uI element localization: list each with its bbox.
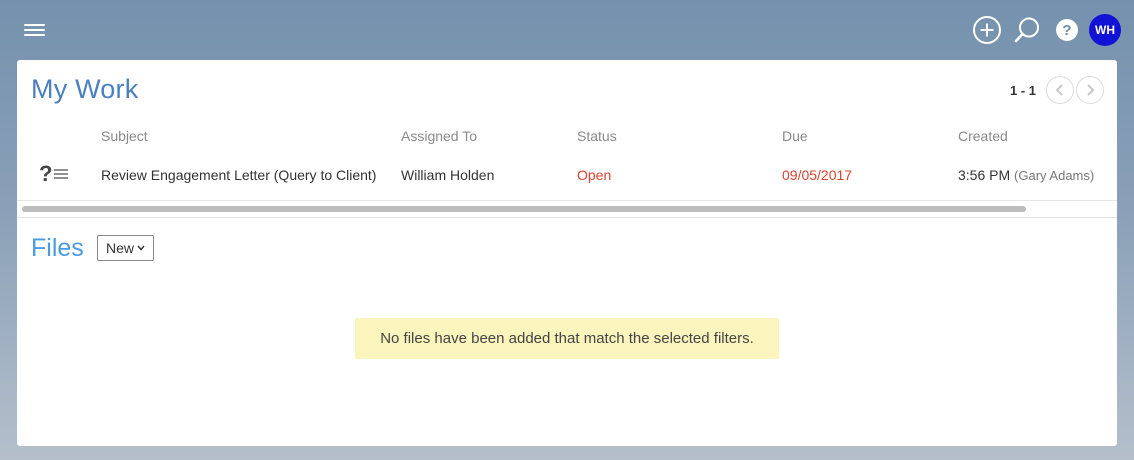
cell-assigned-to: William Holden bbox=[401, 167, 495, 183]
search-icon[interactable] bbox=[1011, 14, 1043, 46]
column-header-subject[interactable]: Subject bbox=[101, 128, 148, 144]
pagination: 1 - 1 bbox=[1010, 76, 1104, 104]
section-divider bbox=[17, 217, 1117, 218]
top-actions: ? WH bbox=[971, 14, 1121, 46]
column-header-due[interactable]: Due bbox=[782, 128, 808, 144]
column-header-created[interactable]: Created bbox=[958, 128, 1008, 144]
help-icon[interactable]: ? bbox=[1051, 14, 1083, 46]
svg-text:?: ? bbox=[1062, 22, 1071, 39]
question-list-icon[interactable]: ? bbox=[39, 160, 69, 188]
cell-status: Open bbox=[577, 167, 612, 183]
row-divider bbox=[17, 200, 1117, 201]
chevron-down-icon bbox=[137, 245, 145, 251]
chevron-left-icon bbox=[1055, 84, 1063, 96]
page-title: My Work bbox=[31, 74, 139, 104]
my-work-card: My Work 1 - 1 Subject Assigned To Status… bbox=[17, 60, 1117, 446]
column-header-status[interactable]: Status bbox=[577, 128, 617, 144]
new-button-label: New bbox=[106, 240, 135, 256]
pagination-range: 1 - 1 bbox=[1009, 82, 1036, 98]
created-by: (Gary Adams) bbox=[1014, 168, 1095, 183]
new-file-button[interactable]: New bbox=[97, 235, 155, 261]
cell-due: 09/05/2017 bbox=[782, 167, 853, 183]
created-time: 3:56 PM bbox=[958, 167, 1011, 183]
chevron-right-icon bbox=[1087, 84, 1095, 96]
prev-page-button[interactable] bbox=[1046, 76, 1074, 104]
column-header-assigned-to[interactable]: Assigned To bbox=[401, 128, 477, 144]
empty-files-notice: No files have been added that match the … bbox=[355, 318, 779, 359]
cell-subject[interactable]: Review Engagement Letter (Query to Clien… bbox=[101, 167, 376, 183]
scrollbar-thumb[interactable] bbox=[22, 206, 1026, 212]
avatar[interactable]: WH bbox=[1089, 14, 1121, 46]
files-title: Files bbox=[31, 234, 84, 262]
plus-circle-icon[interactable] bbox=[971, 14, 1003, 46]
hamburger-icon[interactable] bbox=[24, 24, 46, 38]
cell-created: 3:56 PM (Gary Adams) bbox=[958, 167, 1094, 183]
horizontal-scrollbar[interactable] bbox=[21, 206, 1117, 212]
next-page-button[interactable] bbox=[1076, 76, 1104, 104]
